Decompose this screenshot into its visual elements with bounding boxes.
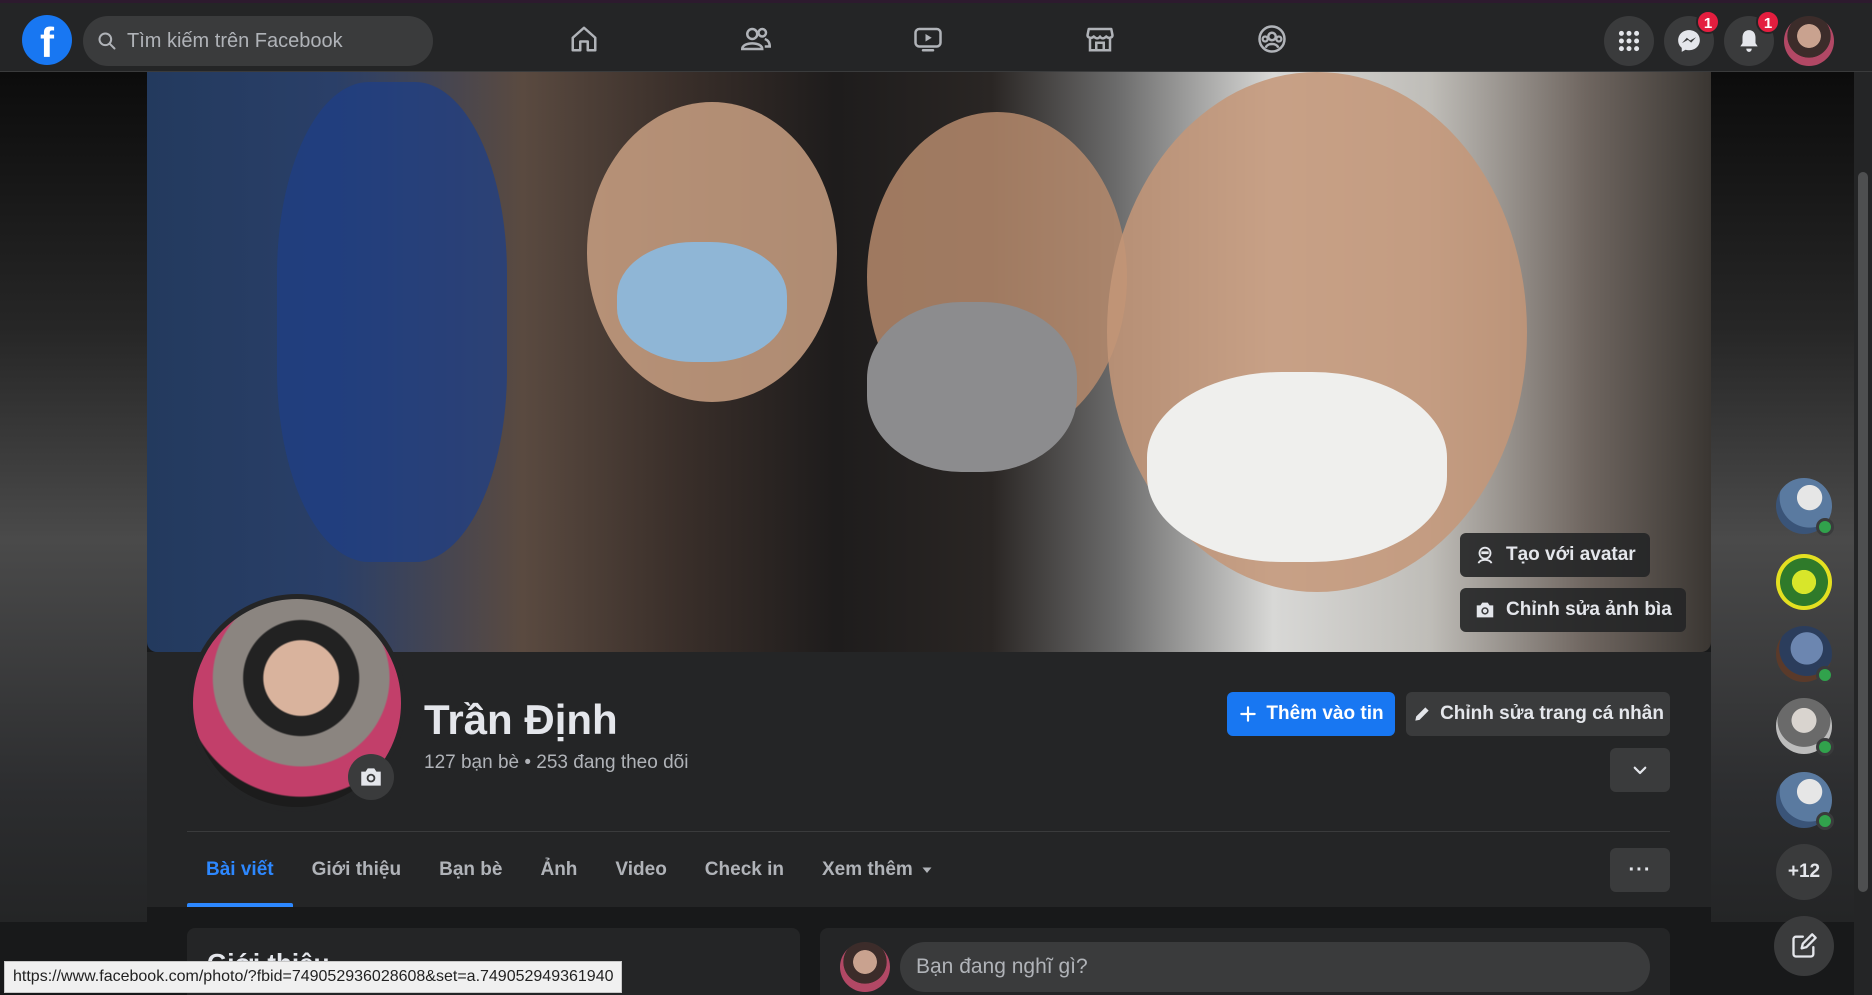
plus-icon <box>1240 706 1257 722</box>
top-navigation-bar: f 1 1 <box>0 0 1872 72</box>
cover-mask-blue <box>617 242 787 362</box>
camera-icon <box>361 768 381 786</box>
search-box[interactable] <box>83 16 433 66</box>
composer-input[interactable]: Bạn đang nghĩ gì? <box>900 942 1650 992</box>
nav-home[interactable] <box>564 19 604 59</box>
notifications-button[interactable]: 1 <box>1724 10 1780 66</box>
add-to-story-label: Thêm vào tin <box>1266 703 1384 724</box>
bell-icon <box>1740 30 1758 52</box>
tab-more[interactable]: Xem thêm <box>803 832 952 907</box>
create-with-avatar-button[interactable]: Tạo với avatar <box>1460 533 1650 577</box>
online-indicator <box>1816 666 1834 684</box>
contact-avatar[interactable] <box>1776 626 1834 684</box>
search-icon <box>98 32 116 50</box>
notifications-badge: 1 <box>1756 10 1780 34</box>
tab-photos[interactable]: Ảnh <box>521 832 596 907</box>
tab-label: Video <box>615 858 667 880</box>
tab-label: Bài viết <box>206 858 274 880</box>
compose-icon <box>1792 933 1817 958</box>
composer-avatar[interactable] <box>840 942 890 992</box>
post-composer: Bạn đang nghĩ gì? <box>820 928 1670 995</box>
cover-figure-1 <box>277 82 507 562</box>
search-input[interactable] <box>127 29 417 53</box>
page-scrollbar[interactable] <box>1854 72 1872 995</box>
pencil-icon <box>1415 707 1429 721</box>
add-to-story-button[interactable]: Thêm vào tin <box>1227 692 1395 736</box>
more-options-button[interactable]: ··· <box>1610 848 1670 892</box>
avatar-icon <box>1477 546 1493 564</box>
profile-dropdown-button[interactable] <box>1610 748 1670 792</box>
profile-name: Trần Định <box>424 696 618 743</box>
cover-photo[interactable]: Tạo với avatar Chỉnh sửa ảnh bìa <box>147 72 1711 652</box>
account-avatar[interactable] <box>1784 16 1834 66</box>
cover-mask-gray <box>867 302 1077 472</box>
tab-friends[interactable]: Bạn bè <box>420 832 521 907</box>
tab-videos[interactable]: Video <box>596 832 685 907</box>
tab-label: Bạn bè <box>439 858 503 880</box>
grid-menu-icon <box>1618 30 1640 52</box>
tab-label: Xem thêm <box>822 858 913 880</box>
nav-marketplace[interactable] <box>1080 19 1120 59</box>
cover-mask-white <box>1147 372 1447 562</box>
edit-cover-button[interactable]: Chỉnh sửa ảnh bìa <box>1460 588 1686 632</box>
tab-posts[interactable]: Bài viết <box>187 832 293 907</box>
friends-icon <box>741 27 771 51</box>
messenger-button[interactable]: 1 <box>1664 10 1720 66</box>
friends-followers-count[interactable]: 127 bạn bè • 253 đang theo dõi <box>424 752 688 774</box>
tab-label: Check in <box>704 858 784 880</box>
tab-checkins[interactable]: Check in <box>686 832 803 907</box>
online-indicator <box>1816 738 1834 756</box>
edit-profile-label: Chỉnh sửa trang cá nhân <box>1440 703 1664 724</box>
edit-cover-label: Chỉnh sửa ảnh bìa <box>1506 599 1672 620</box>
contact-avatar[interactable] <box>1776 772 1834 830</box>
online-indicator <box>1816 518 1834 536</box>
more-options-label: ··· <box>1628 858 1652 881</box>
profile-tabs: Bài viết Giới thiệu Bạn bè Ảnh Video Che… <box>187 832 952 907</box>
messenger-badge: 1 <box>1696 10 1720 34</box>
chevron-down-icon <box>1633 766 1647 775</box>
groups-icon <box>1258 25 1286 53</box>
facebook-logo[interactable]: f <box>22 15 72 65</box>
create-with-avatar-label: Tạo với avatar <box>1506 544 1636 565</box>
menu-button[interactable] <box>1604 16 1654 66</box>
watch-icon <box>914 27 942 52</box>
camera-icon <box>1476 602 1494 618</box>
caret-down-icon <box>922 867 932 873</box>
marketplace-icon <box>1086 27 1114 52</box>
tab-label: Ảnh <box>540 858 578 880</box>
logo-letter: f <box>40 19 54 65</box>
nav-friends[interactable] <box>736 19 776 59</box>
background-shade-left <box>0 72 147 922</box>
edit-profile-button[interactable]: Chỉnh sửa trang cá nhân <box>1406 692 1670 736</box>
tab-label: Giới thiệu <box>311 858 402 880</box>
home-icon <box>571 26 597 52</box>
messenger-icon <box>1678 30 1700 52</box>
scrollbar-thumb[interactable] <box>1858 172 1868 892</box>
nav-groups[interactable] <box>1252 19 1292 59</box>
online-indicator <box>1816 812 1834 830</box>
contact-avatar[interactable] <box>1776 698 1834 756</box>
tab-about[interactable]: Giới thiệu <box>293 832 421 907</box>
more-contacts-button[interactable]: +12 <box>1776 844 1832 900</box>
nav-watch[interactable] <box>908 19 948 59</box>
status-bar-url: https://www.facebook.com/photo/?fbid=749… <box>4 961 623 993</box>
new-message-button[interactable] <box>1774 916 1834 976</box>
contact-avatar[interactable] <box>1776 478 1834 536</box>
update-profile-picture-button[interactable] <box>348 754 394 800</box>
contact-avatar[interactable] <box>1776 554 1832 610</box>
